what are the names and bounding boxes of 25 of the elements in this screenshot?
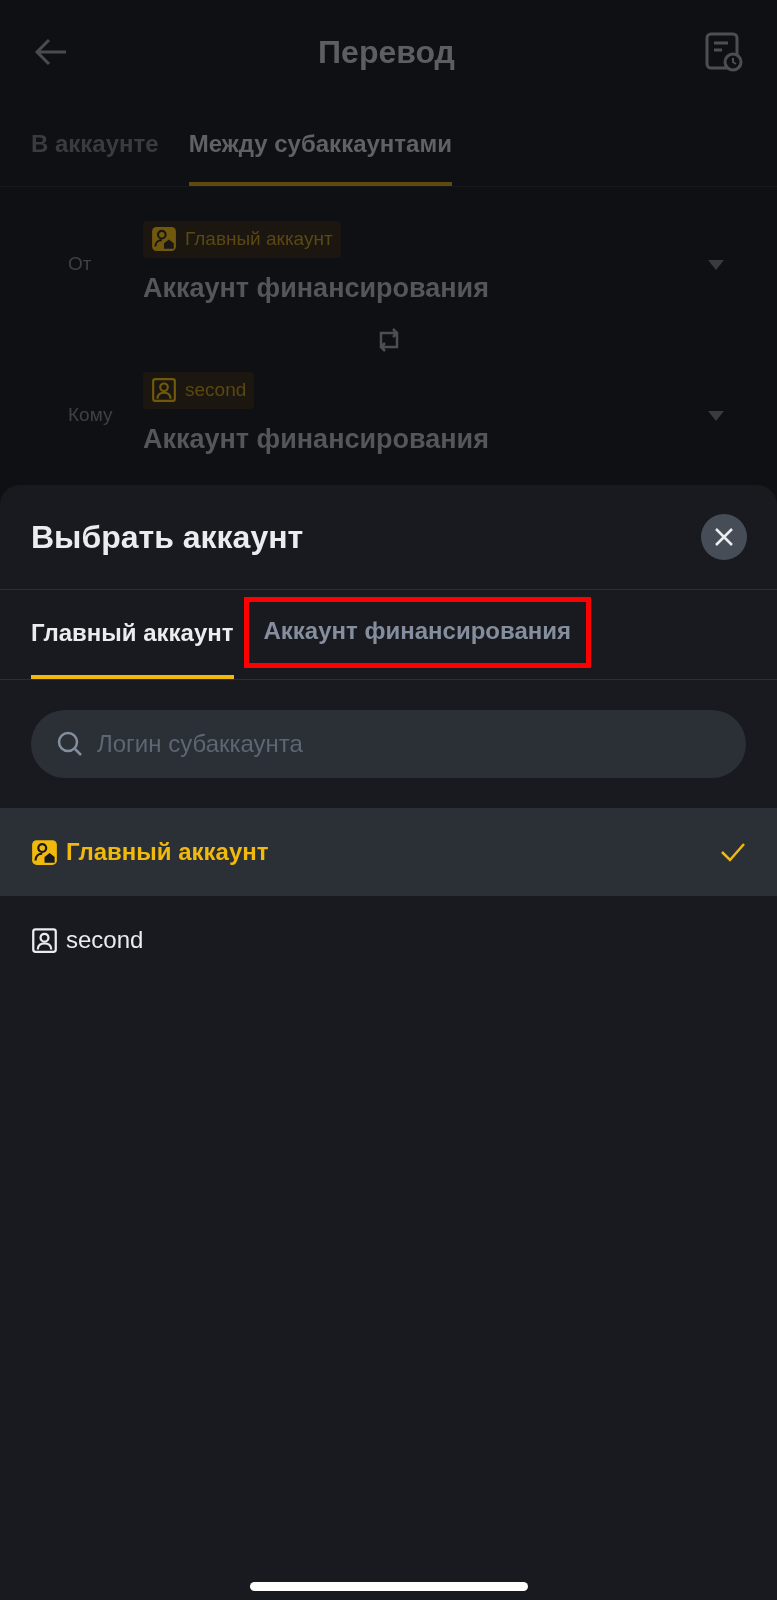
close-icon bbox=[714, 527, 734, 547]
account-name: second bbox=[66, 925, 145, 955]
back-arrow-icon[interactable] bbox=[34, 37, 68, 67]
account-tab[interactable]: Аккаунт финансирования bbox=[243, 597, 592, 668]
document-clock-icon[interactable] bbox=[705, 32, 743, 72]
user-icon bbox=[151, 377, 177, 404]
dropdown-caret-icon[interactable] bbox=[707, 409, 725, 422]
page-title: Перевод bbox=[318, 33, 455, 72]
user-icon bbox=[31, 926, 58, 954]
checkmark-icon bbox=[720, 842, 746, 862]
account-name: Главный аккаунт bbox=[66, 837, 270, 867]
user-house-icon bbox=[31, 838, 58, 866]
search-bar[interactable]: Логин субаккаунта bbox=[31, 710, 746, 778]
search-icon bbox=[57, 731, 83, 757]
page-tab[interactable]: Между субаккаунтами bbox=[188, 104, 452, 186]
tag-text: Главный аккаунт bbox=[185, 227, 333, 251]
tag-text: second bbox=[185, 378, 247, 402]
dropdown-caret-icon[interactable] bbox=[707, 258, 725, 271]
close-button[interactable] bbox=[701, 514, 747, 560]
sheet-title: Выбрать аккаунт bbox=[31, 518, 304, 557]
search-input[interactable]: Логин субаккаунта bbox=[97, 726, 720, 762]
user-house-icon bbox=[151, 226, 177, 253]
account-row[interactable]: second bbox=[0, 896, 777, 984]
account-tab[interactable]: Главный аккаунт bbox=[31, 590, 234, 679]
account-row[interactable]: Главный аккаунт bbox=[0, 808, 777, 896]
